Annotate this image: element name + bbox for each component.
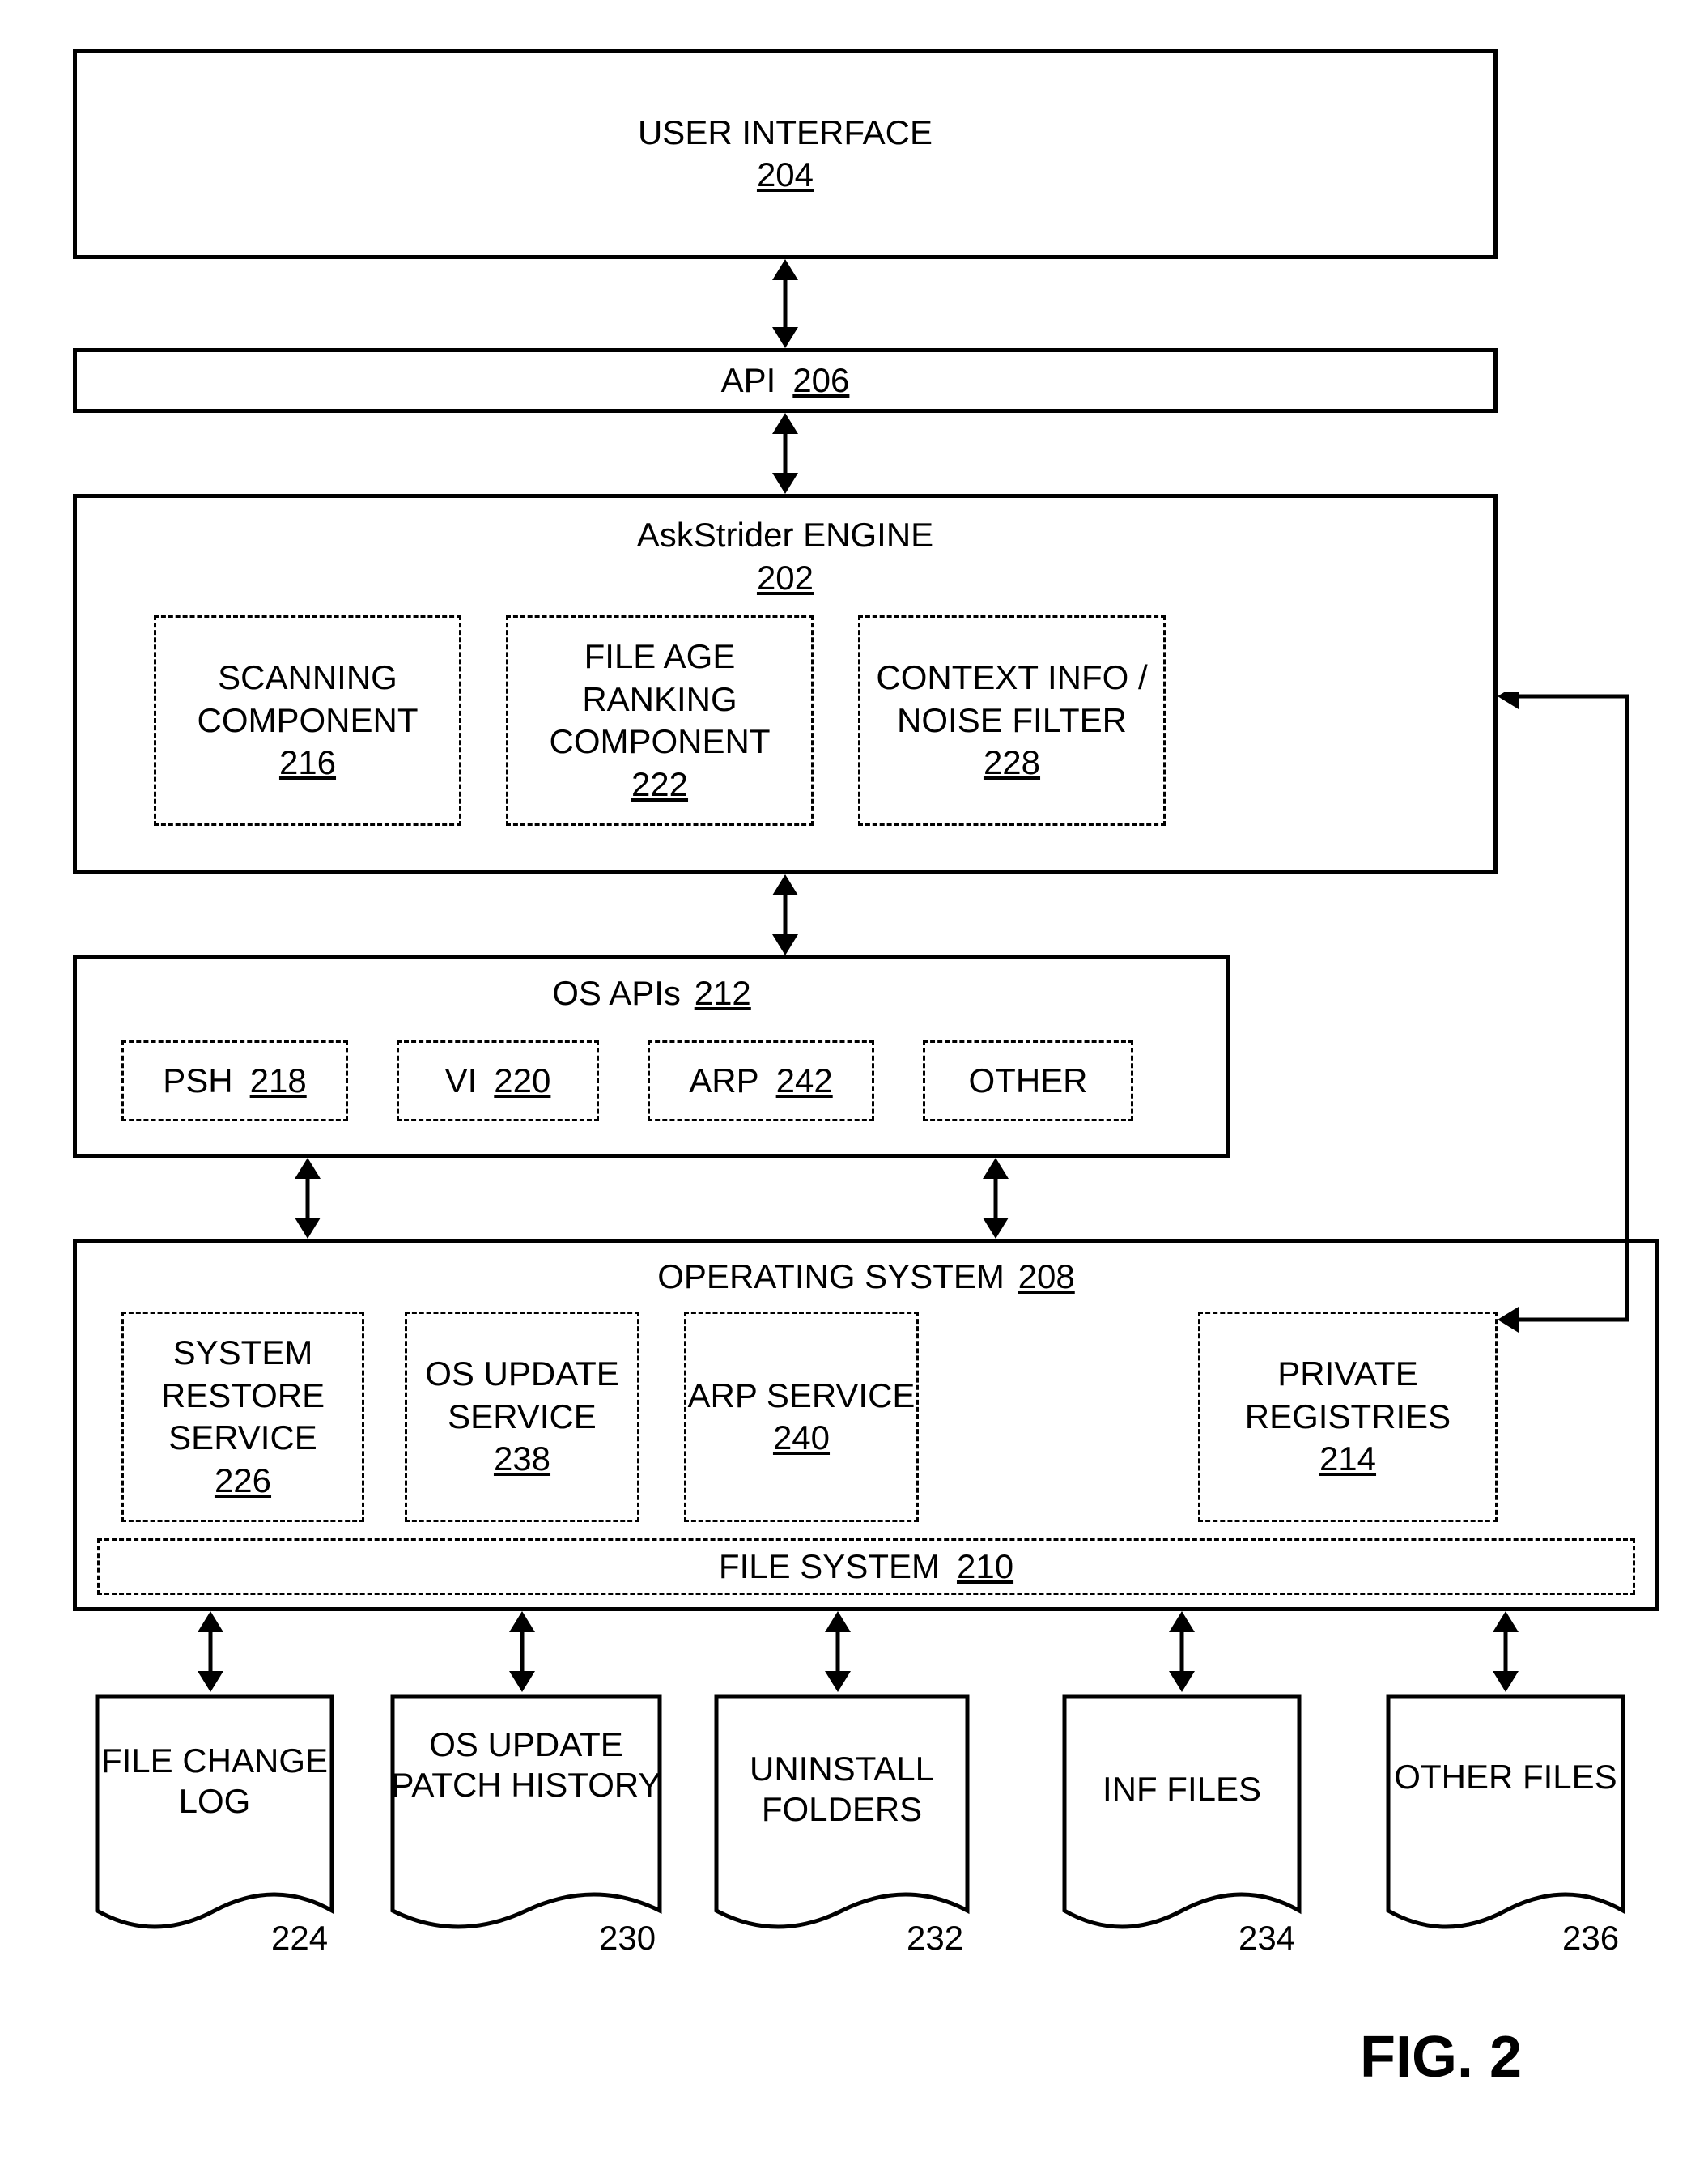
arrow-api-engine: [761, 413, 809, 494]
inf-files-ref: 234: [1239, 1919, 1295, 1958]
operating-system-label: OPERATING SYSTEM: [657, 1256, 1005, 1299]
other-files-label: OTHER FILES: [1384, 1757, 1627, 1797]
arrow-fs-otherfiles: [1481, 1611, 1530, 1692]
patch-history-label: OS UPDATE PATCH HISTORY: [389, 1724, 664, 1806]
other-api-label: OTHER: [969, 1060, 1088, 1103]
other-files-doc: OTHER FILES: [1384, 1692, 1627, 1935]
api-ref: 206: [792, 359, 849, 402]
api-box: API 206: [73, 348, 1498, 413]
engine-ref: 202: [757, 557, 814, 600]
file-age-ranking-box: FILE AGE RANKING COMPONENT 222: [506, 615, 814, 826]
patch-history-ref: 230: [599, 1919, 656, 1958]
os-update-service-box: OS UPDATE SERVICE 238: [405, 1312, 639, 1522]
user-interface-label: USER INTERFACE: [638, 112, 933, 155]
file-system-ref: 210: [957, 1546, 1013, 1588]
inf-files-doc: INF FILES: [1060, 1692, 1303, 1935]
uninstall-folders-ref: 232: [907, 1919, 963, 1958]
os-update-service-label: OS UPDATE SERVICE: [407, 1353, 637, 1438]
context-filter-ref: 228: [984, 742, 1040, 785]
file-change-log-ref: 224: [271, 1919, 328, 1958]
os-update-service-ref: 238: [494, 1438, 550, 1481]
private-registries-ref: 214: [1319, 1438, 1376, 1481]
user-interface-box: USER INTERFACE 204: [73, 49, 1498, 259]
arrow-osapis-os-right: [971, 1158, 1020, 1239]
context-filter-label: CONTEXT INFO / NOISE FILTER: [860, 657, 1163, 742]
arp-ref: 242: [776, 1060, 833, 1103]
private-registries-label: PRIVATE REGISTRIES: [1200, 1353, 1495, 1438]
arp-service-ref: 240: [773, 1417, 830, 1460]
os-apis-ref: 212: [695, 972, 751, 1015]
psh-label: PSH: [163, 1060, 232, 1103]
arp-label: ARP: [689, 1060, 758, 1103]
scanning-component-box: SCANNING COMPONENT 216: [154, 615, 461, 826]
arrow-fs-inffiles: [1158, 1611, 1206, 1692]
arrow-fs-uninstall: [814, 1611, 862, 1692]
user-interface-ref: 204: [757, 154, 814, 197]
figure-label: FIG. 2: [1360, 2024, 1522, 2090]
arp-box: ARP 242: [648, 1040, 874, 1121]
api-label: API: [721, 359, 776, 402]
file-system-box: FILE SYSTEM 210: [97, 1538, 1635, 1595]
scanning-component-ref: 216: [279, 742, 336, 785]
private-registries-box: PRIVATE REGISTRIES 214: [1198, 1312, 1498, 1522]
diagram-root: USER INTERFACE 204 API 206 AskStrider EN…: [49, 49, 1659, 2124]
other-files-ref: 236: [1562, 1919, 1619, 1958]
arrow-fs-filechange: [186, 1611, 235, 1692]
psh-ref: 218: [250, 1060, 307, 1103]
system-restore-box: SYSTEM RESTORE SERVICE 226: [121, 1312, 364, 1522]
context-filter-box: CONTEXT INFO / NOISE FILTER 228: [858, 615, 1166, 826]
uninstall-folders-label: UNINSTALL FOLDERS: [712, 1749, 971, 1831]
arrow-engine-osapis: [761, 874, 809, 955]
operating-system-ref: 208: [1018, 1256, 1075, 1299]
system-restore-label: SYSTEM RESTORE SERVICE: [124, 1332, 362, 1460]
file-change-log-doc: FILE CHANGE LOG: [93, 1692, 336, 1935]
inf-files-label: INF FILES: [1060, 1769, 1303, 1809]
file-age-ranking-ref: 222: [631, 763, 688, 806]
psh-box: PSH 218: [121, 1040, 348, 1121]
patch-history-doc: OS UPDATE PATCH HISTORY: [389, 1692, 664, 1935]
arrow-engine-privreg: [1498, 692, 1659, 1340]
uninstall-folders-doc: UNINSTALL FOLDERS: [712, 1692, 971, 1935]
scanning-component-label: SCANNING COMPONENT: [156, 657, 459, 742]
vi-box: VI 220: [397, 1040, 599, 1121]
engine-label: AskStrider ENGINE: [637, 514, 933, 557]
arrow-ui-api: [761, 259, 809, 348]
os-apis-label: OS APIs: [552, 972, 681, 1015]
vi-ref: 220: [494, 1060, 550, 1103]
arrow-fs-patchhist: [498, 1611, 546, 1692]
file-age-ranking-label: FILE AGE RANKING COMPONENT: [508, 636, 811, 763]
system-restore-ref: 226: [215, 1460, 271, 1503]
arrow-osapis-os-left: [283, 1158, 332, 1239]
arp-service-label: ARP SERVICE: [688, 1375, 916, 1418]
vi-label: VI: [445, 1060, 478, 1103]
arp-service-box: ARP SERVICE 240: [684, 1312, 919, 1522]
file-change-log-label: FILE CHANGE LOG: [93, 1741, 336, 1822]
other-api-box: OTHER: [923, 1040, 1133, 1121]
file-system-label: FILE SYSTEM: [719, 1546, 940, 1588]
